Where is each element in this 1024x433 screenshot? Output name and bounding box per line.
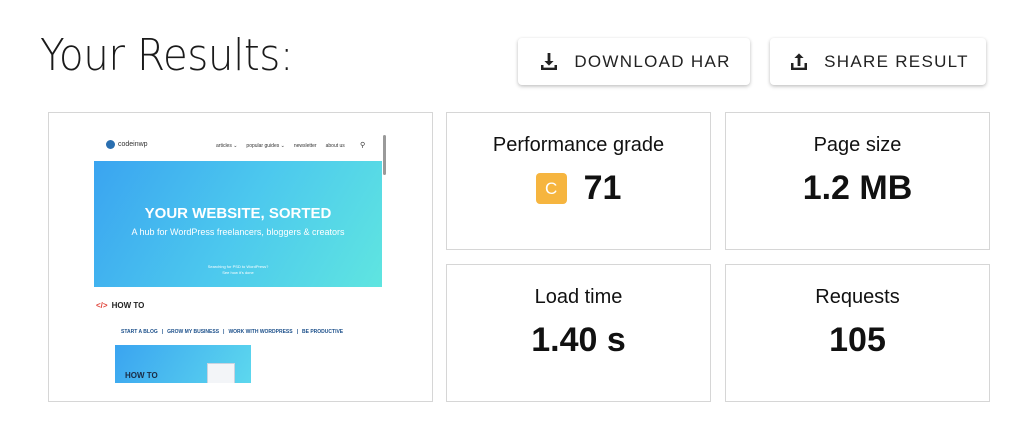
- website-screenshot: codeinwp articles ⌄ popular guides ⌄ new…: [94, 131, 386, 383]
- performance-score: 71: [583, 169, 622, 207]
- site-article-thumb-image: [207, 363, 235, 383]
- site-nav-item: articles ⌄: [216, 143, 238, 149]
- share-icon: [787, 50, 811, 74]
- site-category-link: GROW MY BUSINESS: [167, 329, 220, 335]
- site-category-link: BE PRODUCTIVE: [302, 329, 344, 335]
- page-size-card: Page size 1.2 MB: [725, 112, 990, 250]
- download-icon: [537, 50, 561, 74]
- site-logo: codeinwp: [106, 140, 148, 149]
- site-logo-icon: [106, 140, 115, 149]
- preview-scrollbar: [383, 135, 386, 175]
- performance-grade-card: Performance grade C 71: [446, 112, 711, 250]
- page-title: Your Results:: [40, 30, 294, 81]
- site-nav-item: popular guides ⌄: [246, 143, 285, 149]
- page-size-label: Page size: [813, 134, 902, 156]
- site-hero-note-line: See how it's done: [222, 270, 254, 275]
- site-nav: articles ⌄ popular guides ⌄ newsletter a…: [216, 143, 345, 149]
- load-time-value: 1.40 s: [531, 321, 626, 359]
- site-hero-subtitle: A hub for WordPress freelancers, blogger…: [131, 227, 345, 237]
- requests-label: Requests: [815, 286, 900, 308]
- site-search-icon: ⚲: [360, 142, 366, 149]
- site-name: codeinwp: [118, 141, 148, 148]
- share-result-label: SHARE RESULT: [824, 51, 969, 71]
- site-section-title: HOW TO: [111, 301, 145, 310]
- requests-card: Requests 105: [725, 264, 990, 402]
- download-har-label: DOWNLOAD HAR: [574, 51, 731, 71]
- site-section-heading: </> HOW TO: [96, 301, 144, 310]
- performance-grade-value: C 71: [535, 169, 622, 208]
- requests-value: 105: [829, 321, 886, 359]
- site-category-link: WORK WITH WORDPRESS: [228, 329, 293, 335]
- code-icon: </>: [96, 301, 108, 310]
- site-category-link: START A BLOG: [121, 329, 158, 335]
- site-category-links: START A BLOG | GROW MY BUSINESS | WORK WIT…: [121, 329, 343, 335]
- site-hero-title: YOUR WEBSITE, SORTED: [144, 205, 332, 222]
- site-article-thumb: HOW TO: [115, 345, 251, 383]
- share-result-button[interactable]: SHARE RESULT: [770, 38, 986, 85]
- site-nav-item: newsletter: [293, 143, 317, 149]
- grade-badge: C: [535, 173, 567, 204]
- divider: |: [223, 329, 225, 335]
- site-nav-item: about us: [325, 143, 345, 149]
- site-hero-note: Searching for PSD to WordPress? See how …: [94, 264, 382, 276]
- site-hero: YOUR WEBSITE, SORTED A hub for WordPress…: [94, 161, 382, 287]
- divider: |: [296, 329, 299, 335]
- load-time-label: Load time: [534, 286, 623, 308]
- download-har-button[interactable]: DOWNLOAD HAR: [518, 38, 750, 85]
- divider: |: [161, 329, 164, 335]
- site-article-thumb-text: HOW TO: [125, 371, 158, 380]
- page-size-value: 1.2 MB: [802, 169, 913, 207]
- load-time-card: Load time 1.40 s: [446, 264, 711, 402]
- performance-grade-label: Performance grade: [492, 134, 665, 156]
